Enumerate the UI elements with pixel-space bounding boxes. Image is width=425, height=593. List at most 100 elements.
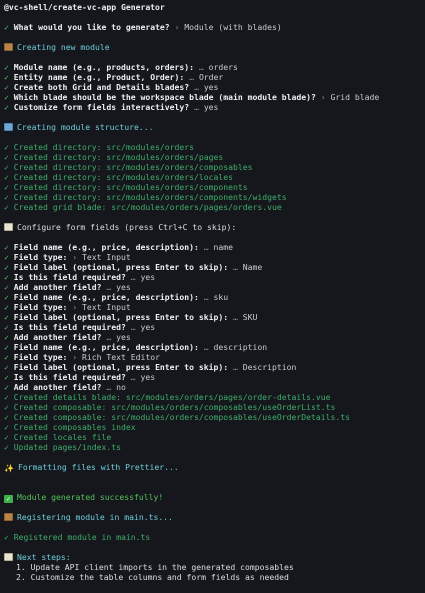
prompt-answer: SKU [242,312,258,322]
folder-icon [4,123,13,131]
prompt-question: Field type: [13,302,68,312]
check-mark: ✓ [4,372,9,382]
prompt-question: Which blade should be the workspace blad… [13,92,316,102]
prompt-answer: yes [140,372,156,382]
prompt-answer: Text Input [81,302,131,312]
prompt-line: ✓ Is this field required? … yes [4,372,421,382]
check-mark: ✓ [4,92,9,102]
prompt-line: ✓ Create both Grid and Details blades? …… [4,82,421,92]
check-mark: ✓ [4,22,9,32]
prompt-answer: yes [203,82,219,92]
chevron-right-icon: › [72,352,78,362]
prompt-question: Is this field required? [13,372,126,382]
prompt-question: Customize form fields interactively? [13,102,190,112]
created-line: ✓ Created directory: src/modules/orders [4,142,195,152]
configure-heading: Configure form fields (press Ctrl+C to s… [4,222,421,232]
prompt-generate-type: ✓ What would you like to generate? › Mod… [4,22,421,32]
prompt-answer: Module (with blades) [184,22,282,32]
ellipsis-icon: … [203,242,209,252]
check-mark: ✓ [4,312,9,322]
prompt-line: ✓ Field name (e.g., price, description):… [4,342,421,352]
ellipsis-icon: … [233,362,238,372]
created-line: ✓ Created directory: src/modules/orders/… [4,192,287,202]
next-steps-list: 1. Update API client imports in the gene… [4,562,421,582]
ellipsis-icon: … [198,62,204,72]
prompt-question: What would you like to generate? [13,22,170,32]
formatting-heading: ✨ Formatting files with Prettier... [4,462,179,473]
module-prompts: ✓ Module name (e.g., products, orders): … [4,62,421,112]
created-line: ✓ Created directory: src/modules/orders/… [4,182,248,192]
created-line: ✓ Created locales file [4,432,112,442]
prompt-question: Is this field required? [13,322,126,332]
ellipsis-icon: … [130,322,136,332]
prompt-answer: no [116,382,126,392]
ellipsis-icon: … [106,382,112,392]
check-mark: ✓ [4,362,9,372]
prompt-line: ✓ Field type: › Text Input [4,302,421,312]
prompt-question: Field label (optional, press Enter to sk… [13,362,229,372]
prompt-answer: name [213,242,234,252]
memo-icon [4,553,13,561]
chevron-right-icon: › [320,92,326,102]
chevron-right-icon: › [174,22,180,32]
prompt-line: ✓ Add another field? … no [4,382,421,392]
check-mark: ✓ [4,272,9,282]
ellipsis-icon: … [106,332,112,342]
check-mark: ✓ [4,252,9,262]
prompt-line: ✓ Field name (e.g., price, description):… [4,242,421,252]
prompt-answer: sku [213,292,229,302]
registering-heading: Registering module in main.ts... [4,512,421,522]
prompt-question: Field type: [13,352,68,362]
created-line: ✓ Created grid blade: src/modules/orders… [4,202,282,212]
registered-message: ✓ Registered module in main.ts [4,532,151,542]
prompt-question: Entity name (e.g., Product, Order): [13,72,185,82]
check-mark: ✓ [4,352,9,362]
ellipsis-icon: … [194,102,199,112]
check-mark: ✓ [4,302,9,312]
prompt-question: Add another field? [13,282,102,292]
sparkles-icon: ✨ [4,464,14,473]
created-files-list: ✓ Created details blade: src/modules/ord… [4,392,421,452]
created-directories-list: ✓ Created directory: src/modules/orders ✓… [4,142,421,212]
prompt-question: Field name (e.g., price, description): [13,342,199,352]
ellipsis-icon: … [203,292,209,302]
prompt-line: ✓ Field label (optional, press Enter to … [4,362,421,372]
memo-icon [4,223,13,231]
check-mark: ✓ [4,62,9,72]
created-line: ✓ Created composable: src/modules/orders… [4,412,350,422]
prompt-line: ✓ Add another field? … yes [4,282,421,292]
prompt-line: ✓ Field name (e.g., price, description):… [4,292,421,302]
prompt-answer: Rich Text Editor [81,352,160,362]
prompt-question: Add another field? [13,382,102,392]
check-mark: ✓ [4,82,9,92]
prompt-answer: Order [198,72,224,82]
structure-heading: Creating module structure... [4,122,421,132]
created-line: ✓ Created details blade: src/modules/ord… [4,392,331,402]
ellipsis-icon: … [194,82,199,92]
prompt-line: ✓ Which blade should be the workspace bl… [4,92,421,102]
prompt-answer: yes [203,102,219,112]
prompt-question: Add another field? [13,332,102,342]
prompt-question: Field name (e.g., price, description): [13,242,199,252]
check-mark: ✓ [4,322,9,332]
prompt-line: ✓ Field label (optional, press Enter to … [4,262,421,272]
creating-module-heading: Creating new module [4,42,421,52]
prompt-line: ✓ Customize form fields interactively? …… [4,102,421,112]
prompt-question: Create both Grid and Details blades? [13,82,190,92]
ellipsis-icon: … [233,262,238,272]
check-mark: ✓ [4,292,9,302]
prompt-answer: Name [242,262,263,272]
package-icon [4,43,13,51]
prompt-question: Field label (optional, press Enter to sk… [13,262,229,272]
created-line: ✓ Created directory: src/modules/orders/… [4,152,224,162]
prompt-answer: yes [140,322,156,332]
created-line: ✓ Created directory: src/modules/orders/… [4,162,253,172]
check-mark: ✓ [4,72,9,82]
prompt-line: ✓ Add another field? … yes [4,332,421,342]
prompt-answer: Description [242,362,297,372]
prompt-line: ✓ Is this field required? … yes [4,322,421,332]
prompt-line: ✓ Field type: › Text Input [4,252,421,262]
check-mark: ✓ [4,342,9,352]
prompt-answer: orders [208,62,238,72]
check-mark: ✓ [4,242,9,252]
